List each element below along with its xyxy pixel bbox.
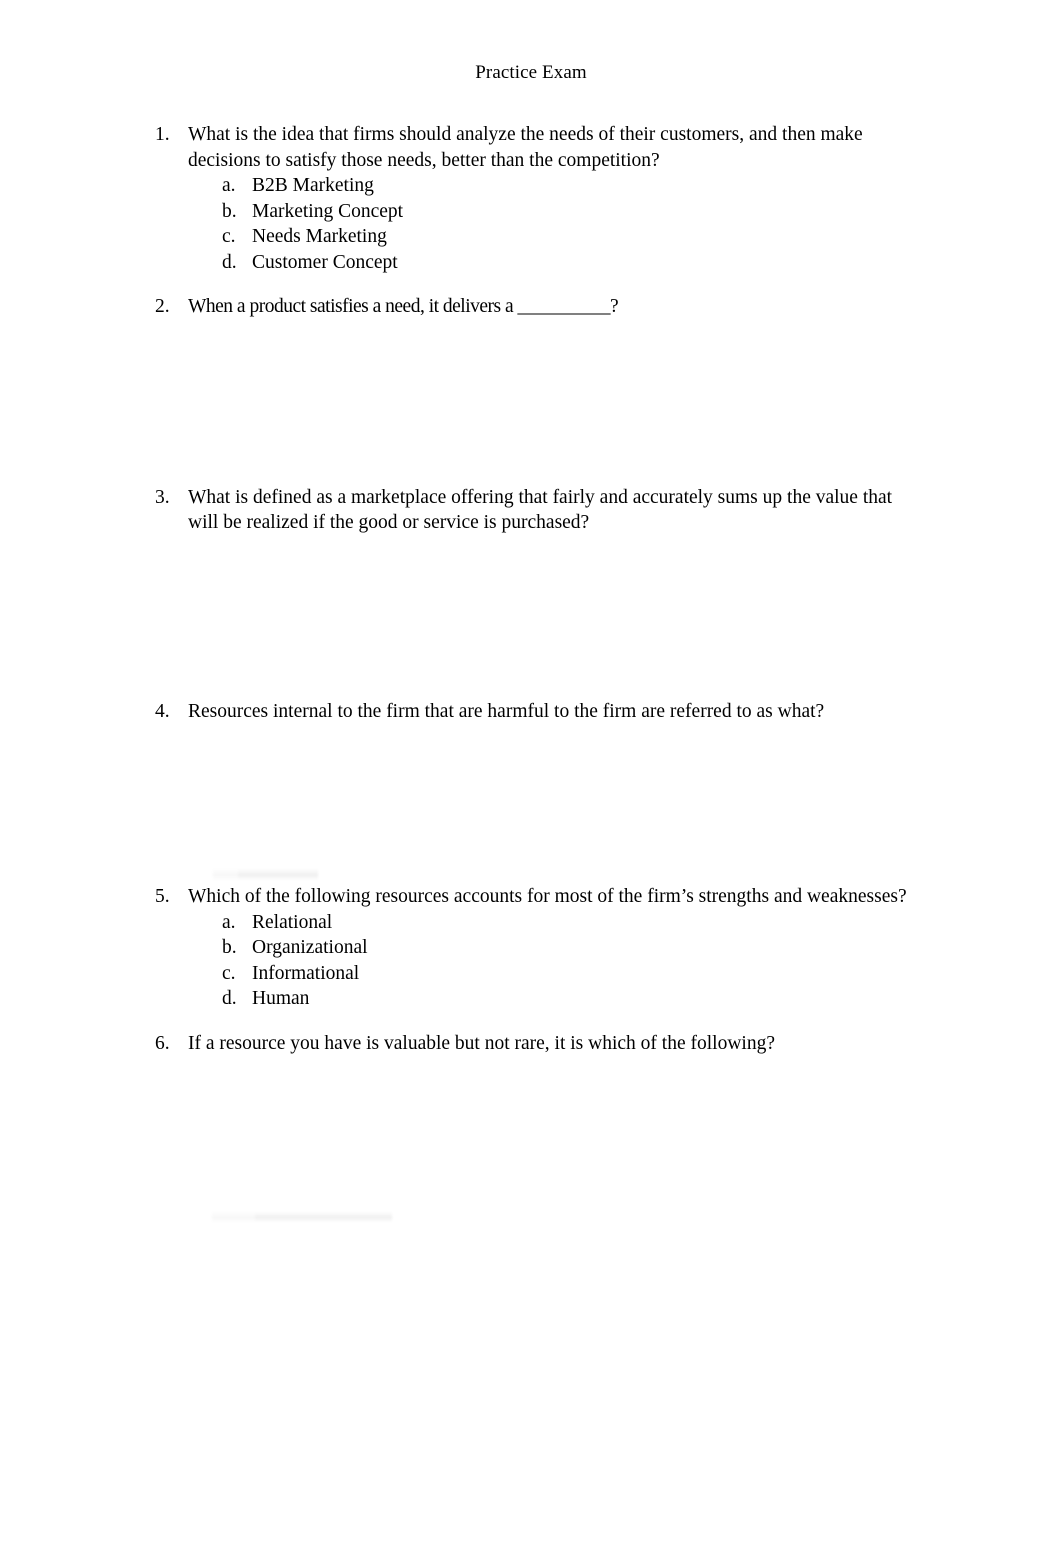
question-item-5: 5. Which of the following resources acco…	[155, 884, 915, 1012]
question-number: 1.	[155, 124, 170, 145]
page-title: Practice Exam	[475, 62, 587, 83]
question-row: 2. When a product satisfies a need, it d…	[155, 294, 915, 320]
option-label: Informational	[252, 962, 360, 984]
question-item-1: 1. What is the idea that firms should an…	[155, 122, 915, 275]
erased-text-mark	[212, 1211, 392, 1223]
option-item[interactable]: c. Informational	[222, 961, 915, 987]
question-number: 2.	[155, 296, 170, 317]
option-letter: b.	[222, 937, 237, 958]
question-row: 3. What is defined as a marketplace offe…	[155, 485, 915, 536]
option-letter: a.	[222, 175, 236, 196]
option-item[interactable]: b. Marketing Concept	[222, 199, 915, 225]
option-item[interactable]: d. Human	[222, 986, 915, 1012]
question-number: 5.	[155, 886, 170, 907]
document-page: Practice Exam 1. What is the idea that f…	[0, 0, 1062, 1561]
question-number: 3.	[155, 486, 170, 508]
question-item-4: 4. Resources internal to the firm that a…	[155, 699, 915, 725]
option-label: Organizational	[252, 937, 368, 958]
option-item[interactable]: c. Needs Marketing	[222, 224, 915, 250]
question-number: 4.	[155, 700, 170, 722]
question-item-6: 6. If a resource you have is valuable bu…	[155, 1031, 915, 1057]
question-text: Resources internal to the firm that are …	[188, 700, 825, 722]
erased-text-mark	[255, 1212, 392, 1222]
question-text: If a resource you have is valuable but n…	[188, 1032, 775, 1054]
option-letter: c.	[222, 226, 236, 247]
option-label: Customer Concept	[252, 251, 398, 273]
option-list-1: a. B2B Marketing b. Marketing Concept c.…	[155, 173, 915, 275]
option-letter: c.	[222, 962, 236, 984]
option-letter: a.	[222, 911, 236, 933]
answer-space	[155, 724, 915, 884]
question-item-3: 3. What is defined as a marketplace offe…	[155, 485, 915, 536]
question-number: 6.	[155, 1032, 170, 1054]
question-text: When a product satisfies a need, it deli…	[188, 296, 619, 317]
question-row: 1. What is the idea that firms should an…	[155, 122, 915, 173]
option-item[interactable]: a. Relational	[222, 910, 915, 936]
option-item[interactable]: b. Organizational	[222, 935, 915, 961]
option-list-5: a. Relational b. Organizational c. Infor…	[155, 910, 915, 1012]
question-text: What is the idea that firms should analy…	[188, 124, 863, 171]
question-row: 6. If a resource you have is valuable bu…	[155, 1031, 915, 1057]
question-text: Which of the following resources account…	[188, 886, 907, 907]
option-label: B2B Marketing	[252, 175, 374, 196]
answer-space	[155, 320, 915, 485]
question-text: What is defined as a marketplace offerin…	[188, 486, 893, 534]
option-label: Needs Marketing	[252, 226, 387, 247]
option-letter: d.	[222, 251, 237, 273]
question-list: 1. What is the idea that firms should an…	[155, 122, 915, 1056]
question-row: 5. Which of the following resources acco…	[155, 884, 915, 910]
option-label: Relational	[252, 911, 333, 933]
answer-space	[155, 536, 915, 699]
option-label: Human	[252, 988, 310, 1009]
question-item-2: 2. When a product satisfies a need, it d…	[155, 294, 915, 320]
question-row: 4. Resources internal to the firm that a…	[155, 699, 915, 725]
option-label: Marketing Concept	[252, 200, 404, 222]
option-letter: d.	[222, 988, 237, 1009]
option-item[interactable]: a. B2B Marketing	[222, 173, 915, 199]
option-item[interactable]: d. Customer Concept	[222, 250, 915, 276]
option-letter: b.	[222, 200, 237, 222]
